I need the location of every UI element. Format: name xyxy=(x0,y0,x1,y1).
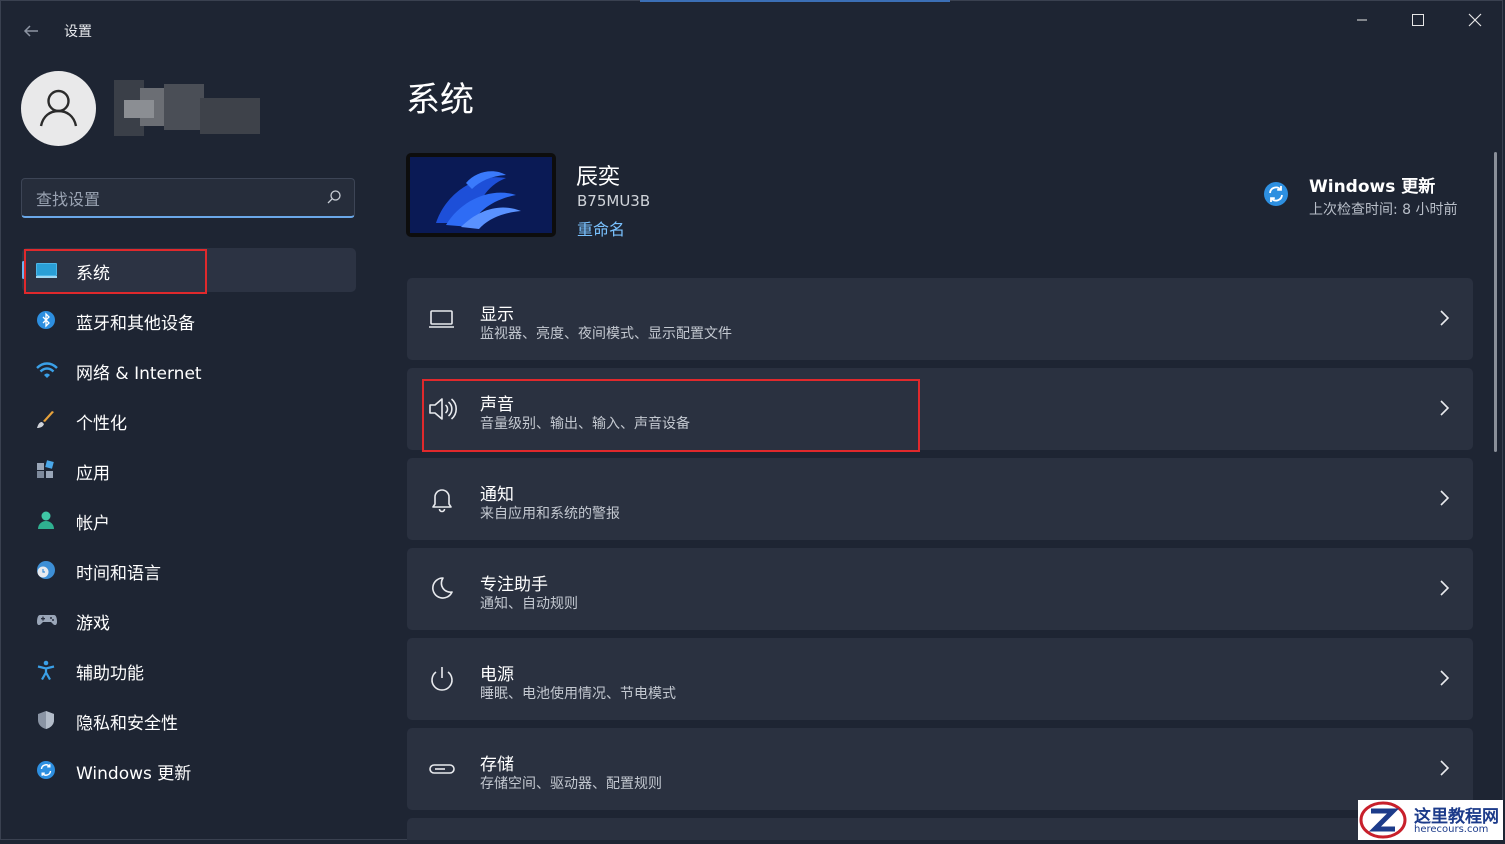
selection-indicator xyxy=(22,261,25,279)
sidebar-item-label: 游戏 xyxy=(76,614,110,634)
brush-icon xyxy=(36,410,56,430)
page-title: 系统 xyxy=(406,80,474,120)
sidebar-item-personalization[interactable]: 个性化 xyxy=(22,398,356,442)
sidebar-item-label: 时间和语言 xyxy=(76,564,161,584)
window-top-accent xyxy=(640,0,950,2)
sidebar-item-label: 帐户 xyxy=(76,514,110,534)
card-subtitle: 睡眠、电池使用情况、节电模式 xyxy=(480,686,676,702)
sidebar-item-apps[interactable]: 应用 xyxy=(22,448,356,492)
logo-emblem-icon xyxy=(1359,801,1407,839)
display-icon xyxy=(427,305,457,333)
chevron-right-icon xyxy=(1437,758,1451,778)
sidebar-item-label: 辅助功能 xyxy=(76,664,144,684)
chevron-right-icon xyxy=(1437,488,1451,508)
settings-card-partial[interactable] xyxy=(407,818,1473,840)
settings-card-power[interactable]: 电源 睡眠、电池使用情况、节电模式 xyxy=(407,638,1473,720)
chevron-right-icon xyxy=(1437,398,1451,418)
sidebar-item-time-language[interactable]: 时间和语言 xyxy=(22,548,356,592)
sidebar-item-label: 系统 xyxy=(76,264,110,284)
maximize-button[interactable] xyxy=(1398,8,1438,32)
shield-icon xyxy=(36,710,56,730)
card-title: 电源 xyxy=(480,665,514,685)
card-title: 声音 xyxy=(480,395,514,415)
device-wallpaper-thumbnail[interactable] xyxy=(406,153,556,237)
sidebar-item-accessibility[interactable]: 辅助功能 xyxy=(22,648,356,692)
user-avatar[interactable] xyxy=(21,71,96,146)
card-subtitle: 音量级别、输出、输入、声音设备 xyxy=(480,416,690,432)
sidebar-item-bluetooth[interactable]: 蓝牙和其他设备 xyxy=(22,298,356,342)
card-title: 专注助手 xyxy=(480,575,548,595)
card-subtitle: 来自应用和系统的警报 xyxy=(480,506,620,522)
gamepad-icon xyxy=(36,610,57,630)
windows-update-last-check: 上次检查时间: 8 小时前 xyxy=(1309,202,1458,218)
sidebar-item-label: 应用 xyxy=(76,464,110,484)
chevron-right-icon xyxy=(1437,578,1451,598)
sidebar-item-label: 个性化 xyxy=(76,414,127,434)
window-title: 设置 xyxy=(64,24,92,40)
watermark-url: herecours.com xyxy=(1414,824,1489,835)
settings-card-sound[interactable]: 声音 音量级别、输出、输入、声音设备 xyxy=(407,368,1473,450)
sidebar-item-label: 蓝牙和其他设备 xyxy=(76,314,195,334)
monitor-icon xyxy=(36,260,57,280)
globe-clock-icon xyxy=(36,560,56,580)
apps-icon xyxy=(36,460,56,480)
storage-icon xyxy=(427,755,457,783)
device-name: 辰奕 xyxy=(576,165,621,190)
rename-link[interactable]: 重命名 xyxy=(577,216,625,240)
person-icon xyxy=(39,89,78,127)
device-model: B75MU3B xyxy=(577,192,651,210)
card-title: 通知 xyxy=(480,485,514,505)
card-subtitle: 存储空间、驱动器、配置规则 xyxy=(480,776,662,792)
windows-update-title[interactable]: Windows 更新 xyxy=(1309,172,1435,197)
sidebar-item-windows-update[interactable]: Windows 更新 xyxy=(22,748,356,792)
wifi-icon xyxy=(36,360,58,380)
back-arrow-icon[interactable] xyxy=(20,20,42,42)
search-icon[interactable] xyxy=(326,189,342,209)
watermark-logo: 这里教程网 herecours.com xyxy=(1358,800,1503,840)
sidebar-item-label: 网络 & Internet xyxy=(76,364,202,384)
settings-card-notifications[interactable]: 通知 来自应用和系统的警报 xyxy=(407,458,1473,540)
bell-icon xyxy=(427,485,457,513)
windows-update-icon[interactable] xyxy=(1263,181,1289,207)
close-button[interactable] xyxy=(1455,8,1495,32)
accessibility-icon xyxy=(36,660,56,681)
sidebar-item-accounts[interactable]: 帐户 xyxy=(22,498,356,542)
minimize-button[interactable] xyxy=(1342,8,1382,32)
sidebar-item-system[interactable]: 系统 xyxy=(22,248,356,292)
sidebar-item-network[interactable]: 网络 & Internet xyxy=(22,348,356,392)
settings-card-focus-assist[interactable]: 专注助手 通知、自动规则 xyxy=(407,548,1473,630)
sidebar-item-gaming[interactable]: 游戏 xyxy=(22,598,356,642)
sidebar-item-label: 隐私和安全性 xyxy=(76,714,178,734)
settings-card-storage[interactable]: 存储 存储空间、驱动器、配置规则 xyxy=(407,728,1473,810)
user-name-obscured xyxy=(104,78,262,138)
update-icon xyxy=(36,760,56,780)
sidebar-item-privacy[interactable]: 隐私和安全性 xyxy=(22,698,356,742)
search-input[interactable] xyxy=(34,187,318,211)
card-subtitle: 通知、自动规则 xyxy=(480,596,578,612)
chevron-right-icon xyxy=(1437,668,1451,688)
card-title: 存储 xyxy=(480,755,514,775)
card-subtitle: 监视器、亮度、夜间模式、显示配置文件 xyxy=(480,326,732,342)
power-icon xyxy=(427,665,457,693)
person-icon xyxy=(36,510,56,530)
bluetooth-icon xyxy=(36,310,56,330)
card-title: 显示 xyxy=(480,305,514,325)
scrollbar-thumb[interactable] xyxy=(1494,152,1497,452)
sidebar-item-label: Windows 更新 xyxy=(76,764,192,784)
chevron-right-icon xyxy=(1437,308,1451,328)
settings-card-display[interactable]: 显示 监视器、亮度、夜间模式、显示配置文件 xyxy=(407,278,1473,360)
speaker-icon xyxy=(427,395,457,423)
moon-icon xyxy=(427,575,457,603)
search-box[interactable] xyxy=(21,178,355,218)
